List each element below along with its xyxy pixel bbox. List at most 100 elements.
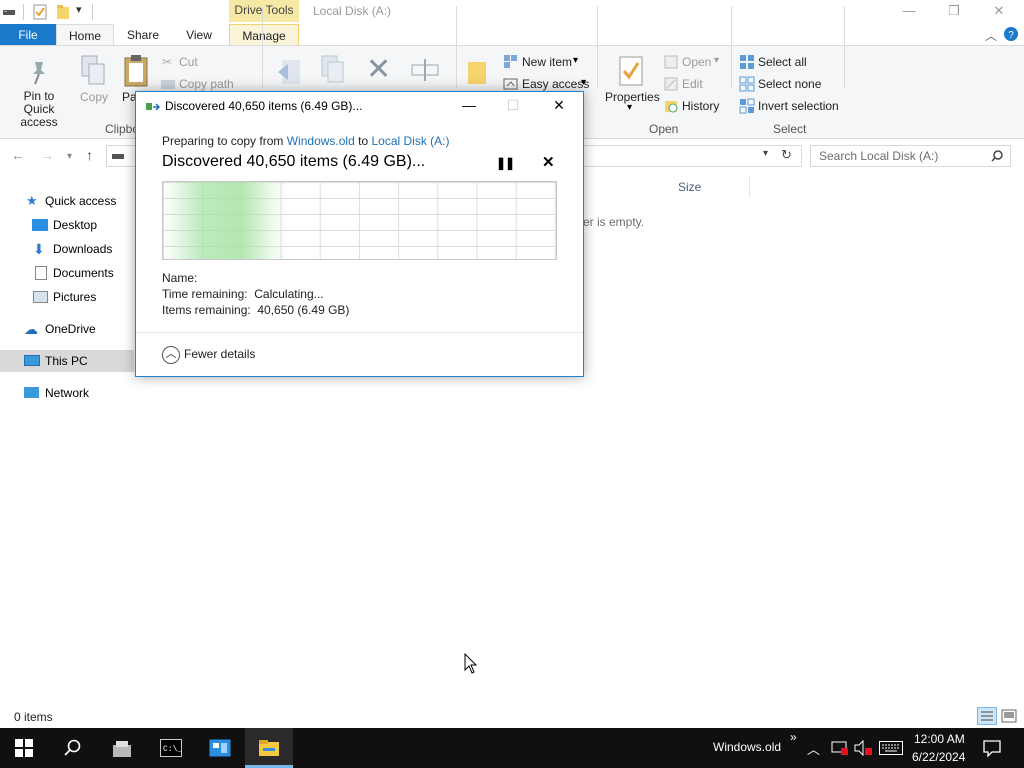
easy-access-button[interactable]: Easy access [522, 77, 589, 91]
address-dropdown-icon[interactable]: ▾ [763, 148, 768, 159]
close-button[interactable]: ✕ [976, 0, 1022, 24]
select-none-icon [739, 76, 755, 92]
invert-selection-icon [739, 98, 755, 114]
tab-file[interactable]: File [0, 24, 56, 46]
nav-desktop[interactable]: Desktop [0, 214, 134, 236]
taskbar-server-manager[interactable] [98, 728, 146, 768]
delete-icon[interactable]: ✕ [366, 52, 391, 87]
new-item-button[interactable]: New item [522, 55, 572, 69]
window-title: Local Disk (A:) [313, 4, 392, 18]
nav-onedrive[interactable]: ☁ OneDrive [0, 318, 134, 340]
back-icon[interactable]: ← [11, 147, 25, 163]
nav-this-pc[interactable]: This PC [0, 350, 134, 372]
preparing-text: Preparing to copy from [162, 134, 284, 148]
select-all-button[interactable]: Select all [758, 55, 807, 69]
nav-network[interactable]: Network [0, 382, 134, 404]
name-label: Name: [162, 271, 198, 285]
tab-manage[interactable]: Manage [229, 24, 299, 46]
restore-button[interactable]: ❐ [931, 0, 977, 24]
properties-dropdown-icon[interactable]: ▾ [627, 102, 632, 113]
new-folder-qat-icon[interactable] [56, 4, 70, 20]
properties-qat-icon[interactable] [33, 4, 47, 20]
nav-downloads-label: Downloads [53, 242, 113, 256]
dialog-close-button[interactable]: ✕ [537, 92, 581, 120]
nav-this-pc-label: This PC [45, 354, 88, 368]
minimize-button[interactable]: — [886, 0, 932, 24]
ribbon-separator [731, 6, 732, 88]
network-status-icon[interactable] [831, 740, 849, 756]
open-group-label: Open [649, 122, 679, 136]
help-icon[interactable]: ? [1004, 27, 1018, 41]
cut-icon: ✂ [162, 55, 173, 69]
taskbar-command-prompt[interactable]: C:\_ [147, 728, 195, 768]
windows-old-toolbar[interactable]: Windows.old [713, 740, 781, 754]
large-icons-view-icon[interactable] [1001, 709, 1017, 723]
toolbar-chevron-icon[interactable]: » [790, 730, 797, 744]
nav-documents[interactable]: Documents [0, 262, 134, 284]
drive-tools-context-tab: Drive Tools [229, 0, 299, 22]
cut-button[interactable]: Cut [179, 55, 198, 69]
move-to-icon[interactable] [276, 56, 304, 86]
nav-pictures[interactable]: Pictures [0, 286, 134, 308]
tab-view[interactable]: View [176, 24, 222, 46]
open-icon [664, 55, 678, 69]
tab-home[interactable]: Home [56, 24, 114, 46]
nav-quick-access[interactable]: ★ Quick access [0, 190, 134, 212]
properties-button[interactable]: Properties [605, 90, 660, 104]
copy-to-icon[interactable] [318, 54, 346, 84]
nav-onedrive-label: OneDrive [45, 322, 96, 336]
windows-start-icon[interactable] [15, 739, 33, 757]
new-folder-icon[interactable] [466, 56, 488, 86]
items-remaining: Items remaining: 40,650 (6.49 GB) [162, 303, 350, 317]
cancel-icon[interactable]: ✕ [542, 153, 555, 171]
forward-icon[interactable]: → [40, 147, 54, 163]
address-drive-icon [112, 154, 124, 159]
minimize-ribbon-icon[interactable]: ︿ [985, 27, 997, 44]
clock-time[interactable]: 12:00 AM [914, 732, 965, 746]
taskbar-control-panel[interactable] [196, 728, 244, 768]
copy-path-button[interactable]: Copy path [179, 77, 234, 91]
action-center-icon[interactable] [983, 739, 1001, 757]
qat-separator [92, 4, 93, 20]
recent-locations-icon[interactable]: ▾ [67, 151, 72, 162]
transfer-speed-graph [162, 181, 557, 260]
rename-icon[interactable] [410, 56, 440, 84]
open-dropdown-icon[interactable]: ▾ [714, 55, 719, 66]
details-view-icon[interactable] [977, 707, 997, 725]
clock-date[interactable]: 6/22/2024 [912, 750, 965, 764]
network-icon [24, 387, 39, 398]
volume-muted-icon[interactable] [854, 740, 872, 756]
pin-to-quick-access-button[interactable]: Pin to Quick access [8, 90, 70, 129]
invert-selection-button[interactable]: Invert selection [758, 99, 839, 113]
search-taskbar-icon[interactable] [63, 739, 81, 757]
up-icon[interactable]: ↑ [86, 147, 93, 163]
refresh-icon[interactable]: ↻ [781, 147, 792, 163]
copy-button[interactable]: Copy [80, 90, 108, 104]
column-header-size[interactable]: Size [670, 176, 750, 198]
file-explorer-icon [259, 740, 279, 756]
select-none-button[interactable]: Select none [758, 77, 821, 91]
pin-icon [33, 62, 45, 85]
fewer-details-button[interactable]: ︿ Fewer details [162, 346, 255, 364]
edit-button[interactable]: Edit [682, 77, 703, 91]
nav-downloads[interactable]: ⬇ Downloads [0, 238, 134, 260]
destination-link[interactable]: Local Disk (A:) [371, 134, 449, 148]
ribbon-separator [262, 6, 263, 88]
ribbon-separator [844, 6, 845, 88]
tab-share[interactable]: Share [120, 24, 166, 46]
properties-icon [619, 56, 643, 86]
qat-dropdown-icon[interactable]: ▾ [76, 3, 82, 16]
history-button[interactable]: History [682, 99, 719, 113]
new-item-dropdown-icon[interactable]: ▾ [573, 55, 578, 66]
pause-icon[interactable]: ❚❚ [496, 156, 515, 170]
title-bar [0, 0, 1024, 24]
taskbar-file-explorer[interactable] [245, 728, 293, 768]
dialog-minimize-button[interactable]: — [447, 92, 491, 120]
select-group-label: Select [773, 122, 807, 136]
keyboard-icon[interactable] [879, 741, 903, 755]
search-input[interactable]: Search Local Disk (A:) [810, 145, 1011, 167]
source-link[interactable]: Windows.old [287, 134, 355, 148]
easy-access-dropdown-icon[interactable]: ▾ [581, 77, 586, 88]
show-hidden-icons-icon[interactable]: ︿ [807, 739, 820, 758]
open-button[interactable]: Open [682, 55, 711, 69]
